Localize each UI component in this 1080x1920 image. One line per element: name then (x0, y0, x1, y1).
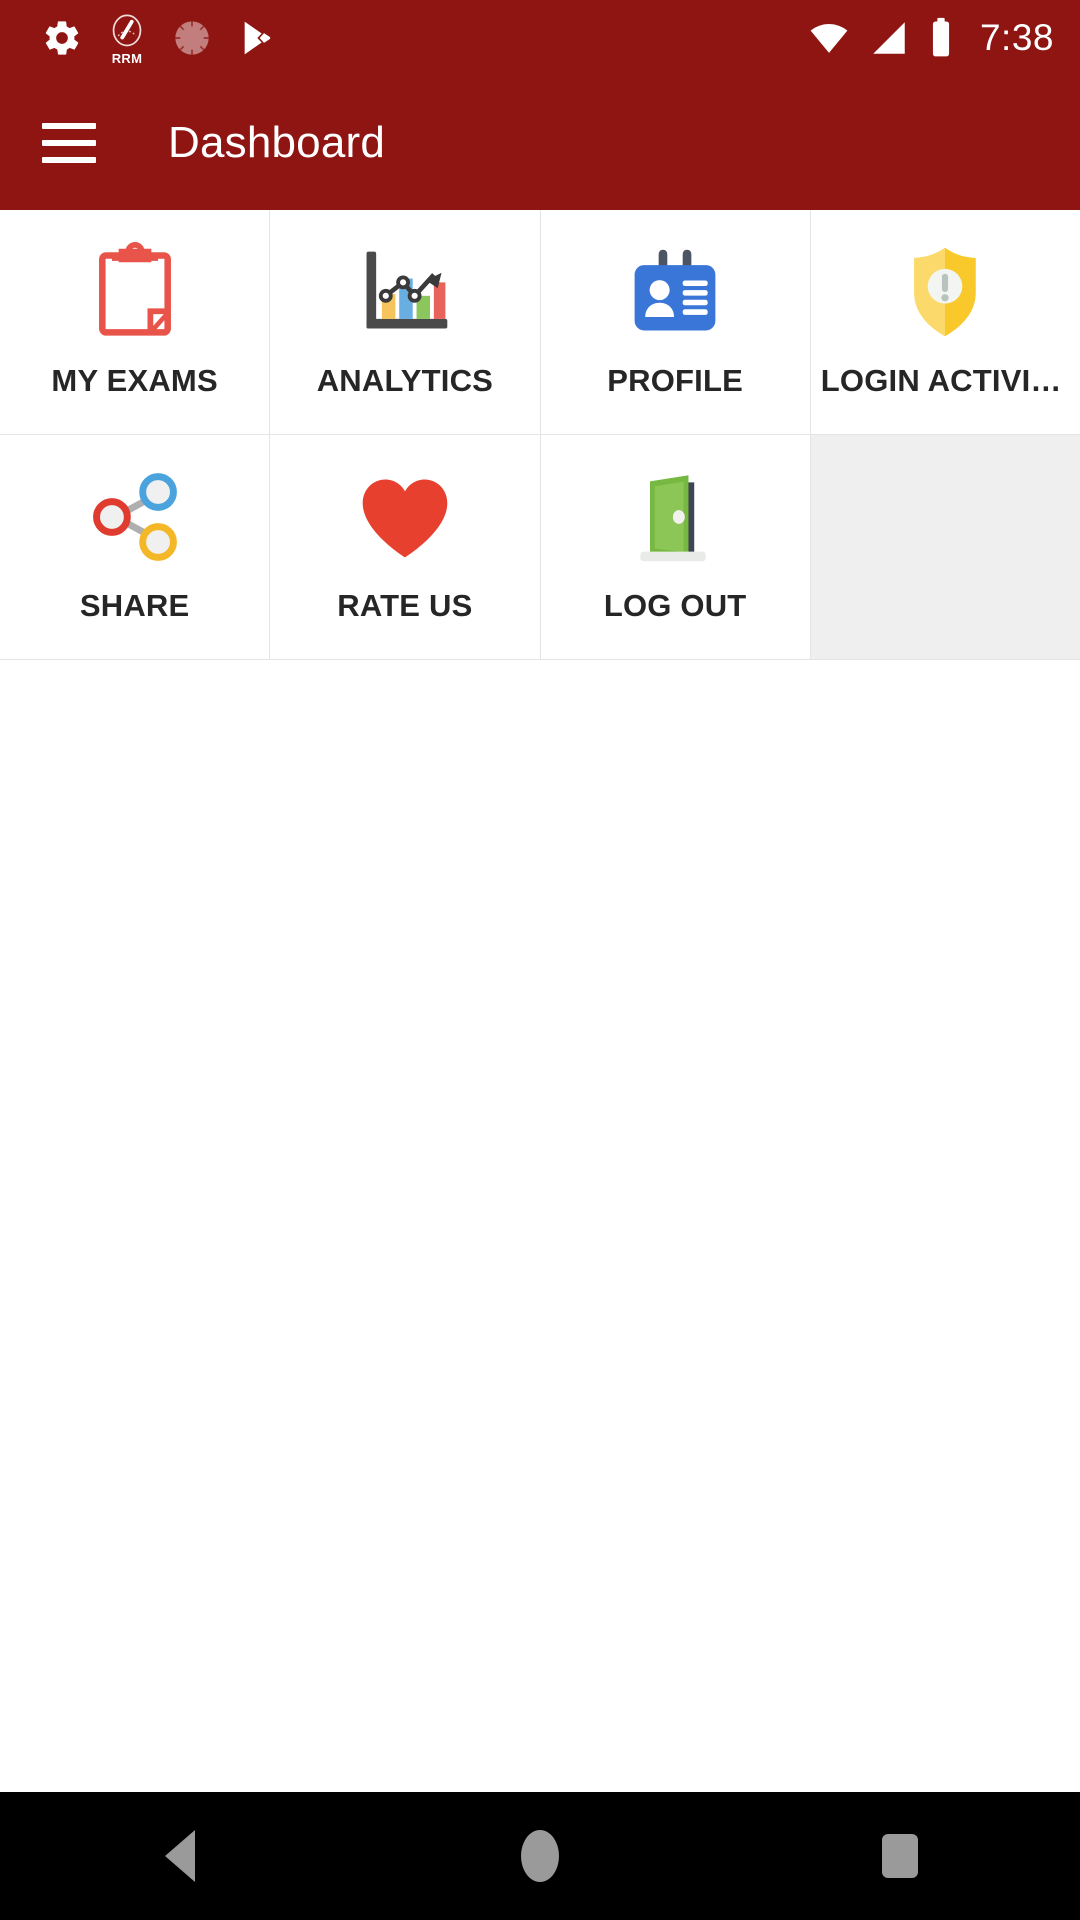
battery-icon (928, 16, 954, 60)
exit-door-icon (541, 461, 810, 573)
play-store-icon (238, 18, 278, 58)
grid-item-label: LOG OUT (603, 588, 747, 623)
dashboard-grid: MY EXAMS ANALYTICS PROFILE LOGIN ACTIVI…… (0, 210, 1080, 660)
content-area (0, 660, 1080, 1792)
id-badge-icon (541, 236, 810, 348)
back-button[interactable] (80, 1792, 280, 1920)
back-triangle-icon (165, 1830, 195, 1882)
recents-square-icon (882, 1834, 918, 1878)
status-clock: 7:38 (979, 16, 1054, 58)
grid-item-label: ANALYTICS (316, 363, 494, 398)
rrm-gauge-icon: RRM (108, 12, 146, 66)
recents-button[interactable] (800, 1792, 1000, 1920)
grid-item-login-activity[interactable]: LOGIN ACTIVI… (810, 210, 1080, 434)
sync-circle-icon (172, 18, 212, 58)
status-system-icons: 7:38 (808, 16, 1054, 60)
clipboard-icon (0, 236, 269, 348)
heart-icon (270, 461, 539, 573)
phone-screen: RRM 7:38 Dashboard MY EXAMS ANALYTICS PR… (0, 0, 1080, 1920)
grid-item-analytics[interactable]: ANALYTICS (270, 210, 540, 434)
home-circle-icon (521, 1830, 559, 1882)
android-navigation-bar (0, 1792, 1080, 1920)
grid-item-label: RATE US (337, 588, 473, 623)
status-bar: RRM 7:38 (0, 0, 1080, 75)
settings-gear-icon (42, 18, 82, 58)
cellular-signal-icon (868, 17, 910, 59)
rrm-label: RRM (111, 50, 143, 66)
grid-item-rate-us[interactable]: RATE US (270, 435, 540, 659)
shield-alert-icon (811, 236, 1080, 348)
grid-item-empty (810, 435, 1080, 659)
wifi-icon (808, 17, 850, 59)
share-nodes-icon (0, 461, 269, 573)
hamburger-menu-icon[interactable] (42, 122, 96, 163)
bar-chart-icon (270, 236, 539, 348)
grid-item-my-exams[interactable]: MY EXAMS (0, 210, 270, 434)
grid-item-label: PROFILE (607, 363, 743, 398)
grid-item-share[interactable]: SHARE (0, 435, 270, 659)
grid-item-label: LOGIN ACTIVI… (820, 363, 1062, 398)
status-notification-icons: RRM (42, 12, 278, 66)
home-button[interactable] (440, 1792, 640, 1920)
grid-item-profile[interactable]: PROFILE (540, 210, 810, 434)
app-bar: Dashboard (0, 75, 1080, 210)
page-title: Dashboard (168, 117, 386, 167)
grid-item-label: SHARE (79, 588, 190, 623)
grid-item-label: MY EXAMS (51, 363, 218, 398)
grid-item-log-out[interactable]: LOG OUT (540, 435, 810, 659)
